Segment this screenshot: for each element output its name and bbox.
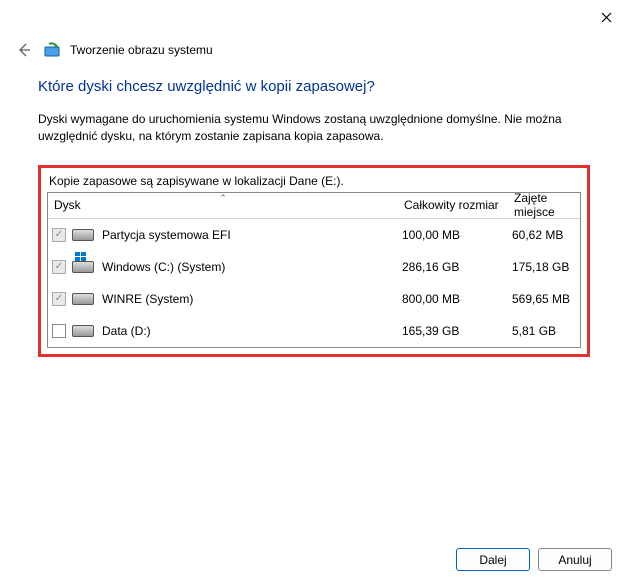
- table-row[interactable]: Partycja systemowa EFI 100,00 MB60,62 MB: [48, 219, 580, 251]
- drive-icon: [72, 293, 94, 305]
- disk-cell: Windows (C:) (System): [52, 260, 402, 274]
- disk-cell: WINRE (System): [52, 292, 402, 306]
- disk-name: Windows (C:) (System): [102, 260, 225, 274]
- drive-icon: [72, 229, 94, 241]
- dialog-buttons: Dalej Anuluj: [456, 548, 612, 571]
- description-text: Dyski wymagane do uruchomienia systemu W…: [38, 111, 590, 145]
- total-size: 800,00 MB: [402, 292, 512, 306]
- close-icon[interactable]: [596, 7, 616, 27]
- drive-icon: [72, 325, 94, 337]
- back-arrow-icon[interactable]: [14, 40, 34, 60]
- disk-selection-box: Kopie zapasowe są zapisywane w lokalizac…: [38, 165, 590, 357]
- table-row[interactable]: WINRE (System) 800,00 MB569,65 MB: [48, 283, 580, 315]
- disk-checkbox[interactable]: [52, 324, 66, 338]
- disk-name: Data (D:): [102, 324, 151, 338]
- total-size: 165,39 GB: [402, 324, 512, 338]
- table-row[interactable]: Windows (C:) (System) 286,16 GB175,18 GB: [48, 251, 580, 283]
- used-space: 569,65 MB: [512, 292, 576, 306]
- total-size: 100,00 MB: [402, 228, 512, 242]
- disk-cell: Partycja systemowa EFI: [52, 228, 402, 242]
- table-header: Dysk ⌃ Całkowity rozmiar Zajęte miejsce: [48, 193, 580, 219]
- col-disk[interactable]: Dysk ⌃: [48, 194, 398, 216]
- disk-checkbox: [52, 260, 66, 274]
- header-row: Tworzenie obrazu systemu: [0, 34, 628, 74]
- total-size: 286,16 GB: [402, 260, 512, 274]
- titlebar: [0, 0, 628, 34]
- disk-checkbox: [52, 292, 66, 306]
- content: Które dyski chcesz uwzględnić w kopii za…: [0, 74, 628, 357]
- disk-checkbox: [52, 228, 66, 242]
- used-space: 60,62 MB: [512, 228, 576, 242]
- disk-cell: Data (D:): [52, 324, 402, 338]
- sort-indicator-icon: ⌃: [219, 193, 227, 204]
- col-disk-label: Dysk: [54, 198, 81, 212]
- used-space: 175,18 GB: [512, 260, 576, 274]
- disk-name: Partycja systemowa EFI: [102, 228, 231, 242]
- app-icon: [44, 42, 60, 58]
- disk-name: WINRE (System): [102, 292, 193, 306]
- col-used[interactable]: Zajęte miejsce: [508, 187, 580, 223]
- page-title: Tworzenie obrazu systemu: [70, 43, 213, 57]
- col-total[interactable]: Całkowity rozmiar: [398, 194, 508, 216]
- windows-drive-icon: [72, 261, 94, 273]
- main-heading: Które dyski chcesz uwzględnić w kopii za…: [38, 78, 590, 95]
- table-row[interactable]: Data (D:) 165,39 GB5,81 GB: [48, 315, 580, 347]
- disk-table: Dysk ⌃ Całkowity rozmiar Zajęte miejsce …: [47, 192, 581, 348]
- cancel-button[interactable]: Anuluj: [538, 548, 612, 571]
- used-space: 5,81 GB: [512, 324, 576, 338]
- next-button[interactable]: Dalej: [456, 548, 530, 571]
- backup-location-info: Kopie zapasowe są zapisywane w lokalizac…: [47, 172, 581, 192]
